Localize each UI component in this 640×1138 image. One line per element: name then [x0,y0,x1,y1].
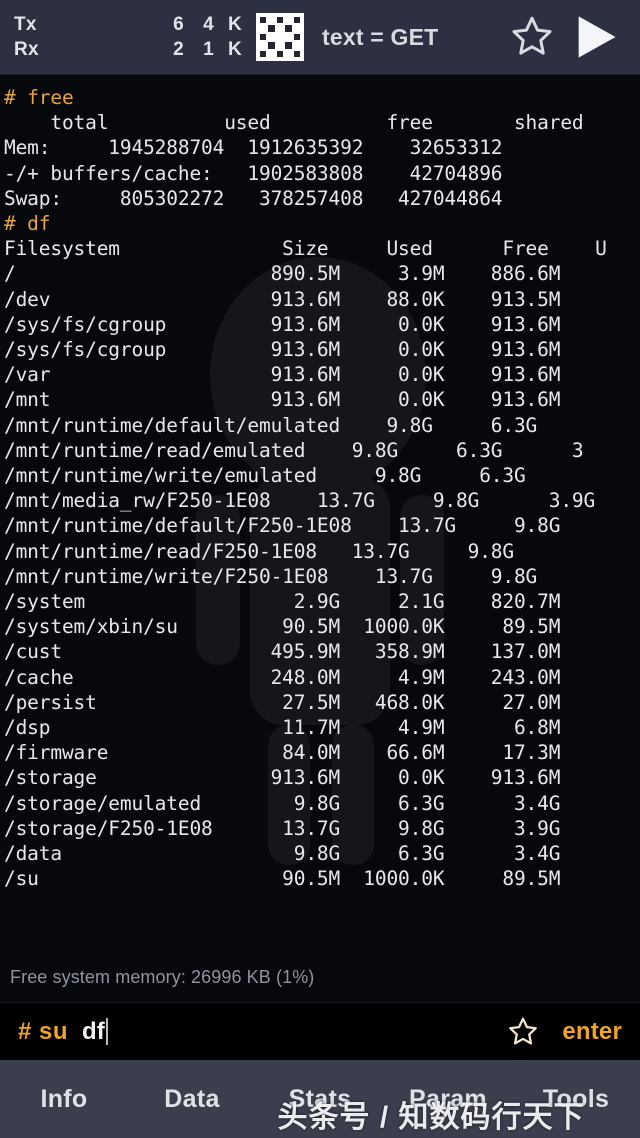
terminal-output-line: Mem: 1945288704 1912635392 32653312 [4,136,640,160]
terminal-output-line: /system/xbin/su 90.5M 1000.0K 89.5M [4,615,596,639]
terminal-output-line: /data 9.8G 6.3G 3.4G [4,842,596,866]
terminal-output-line: /mnt/runtime/default/F250-1E08 13.7G 9.8… [4,514,561,538]
command-prompt-label: # su [18,1017,69,1045]
star-outline-icon[interactable] [508,13,556,61]
tab-tools[interactable]: Tools [512,1085,640,1114]
terminal-output-line: /mnt/media_rw/F250-1E08 13.7G 9.8G 3.9G [4,489,596,513]
star-outline-icon[interactable] [506,1015,540,1049]
tx-label: Tx [14,14,37,35]
terminal-output-line: /sys/fs/cgroup 913.6M 0.0K 913.6M [4,338,596,362]
terminal-output-line: /dsp 11.7M 4.9M 6.8M [4,716,596,740]
terminal-output-line: /var 913.6M 0.0K 913.6M [4,363,596,387]
bottom-tab-bar: Info Data Stats Param Tools 头条号 / 知数码行天下 [0,1060,640,1138]
enter-button[interactable]: enter [562,1018,626,1046]
tab-info[interactable]: Info [0,1085,128,1114]
terminal-output-line: /persist 27.5M 468.0K 27.0M [4,690,596,714]
terminal-output-line: /system 2.9G 2.1G 820.7M [4,590,596,614]
terminal-output-line: /storage 913.6M 0.0K 913.6M [4,766,596,790]
terminal-output-line: Filesystem Size Used Free U [4,237,607,261]
rx-label: Rx [14,39,39,60]
terminal-output-line: /storage/F250-1E08 13.7G 9.8G 3.9G [4,816,596,840]
terminal-lines: # free total used free shared bu Mem: 194… [0,75,640,967]
terminal-output-line: /cache 248.0M 4.9M 243.0M [4,665,596,689]
terminal-output-line: /cust 495.9M 358.9M 137.0M [4,640,596,664]
tab-stats[interactable]: Stats [256,1085,384,1114]
terminal-output-line: /mnt/runtime/default/emulated 9.8G 6.3G [4,413,538,437]
terminal-command-line: # free [4,86,74,109]
rx-unit: K [227,39,242,60]
terminal-output-line: /mnt/runtime/write/emulated 9.8G 6.3G [4,464,572,488]
rx-bytes: 1 [203,39,214,60]
page-title: text = GET [322,23,439,50]
terminal-output-line: /storage/emulated 9.8G 6.3G 3.4G [4,791,596,815]
terminal-output-line: /mnt 913.6M 0.0K 913.6M [4,388,596,412]
command-input[interactable]: df [82,1018,105,1046]
terminal-output-pane[interactable]: # free total used free shared bu Mem: 194… [0,75,640,967]
tx-bytes: 4 [203,14,214,35]
tab-param[interactable]: Param [384,1085,512,1114]
rx-count: 2 [173,39,184,60]
tx-unit: K [227,14,242,35]
terminal-output-line: / 890.5M 3.9M 886.6M [4,262,596,286]
terminal-output-line: /mnt/runtime/read/emulated 9.8G 6.3G 3 [4,438,584,462]
terminal-output-line: /dev 913.6M 88.0K 913.5M [4,287,596,311]
traffic-stats: Tx 6 4 K Rx 2 1 K [14,12,244,62]
command-input-bar[interactable]: # su df enter [0,1002,640,1060]
qr-code-icon[interactable] [256,13,304,61]
terminal-output-line: total used free shared bu [4,111,640,135]
terminal-output-line: /firmware 84.0M 66.6M 17.3M [4,741,561,765]
terminal-output-line: -/+ buffers/cache: 1902583808 42704896 [4,161,503,185]
text-caret [105,1018,108,1045]
play-triangle-icon[interactable] [568,11,624,63]
terminal-output-line: /mnt/runtime/write/F250-1E08 13.7G 9.8G [4,564,538,588]
terminal-output-line: /sys/fs/cgroup 913.6M 0.0K 913.6M [4,312,596,336]
terminal-output-line: /mnt/runtime/read/F250-1E08 13.7G 9.8G [4,539,572,563]
tab-data[interactable]: Data [128,1085,256,1114]
app-header: Tx 6 4 K Rx 2 1 K text = GET [0,0,640,75]
terminal-output-line: /su 90.5M 1000.0K 89.5M [4,867,596,891]
free-memory-status: Free system memory: 26996 KB (1%) [0,967,640,1002]
tx-count: 6 [173,14,184,35]
terminal-command-line: # df [4,212,51,236]
terminal-output-line: Swap: 805302272 378257408 427044864 [4,186,503,210]
terminal-app-window: Tx 6 4 K Rx 2 1 K text = GET # free tota… [0,0,640,1138]
